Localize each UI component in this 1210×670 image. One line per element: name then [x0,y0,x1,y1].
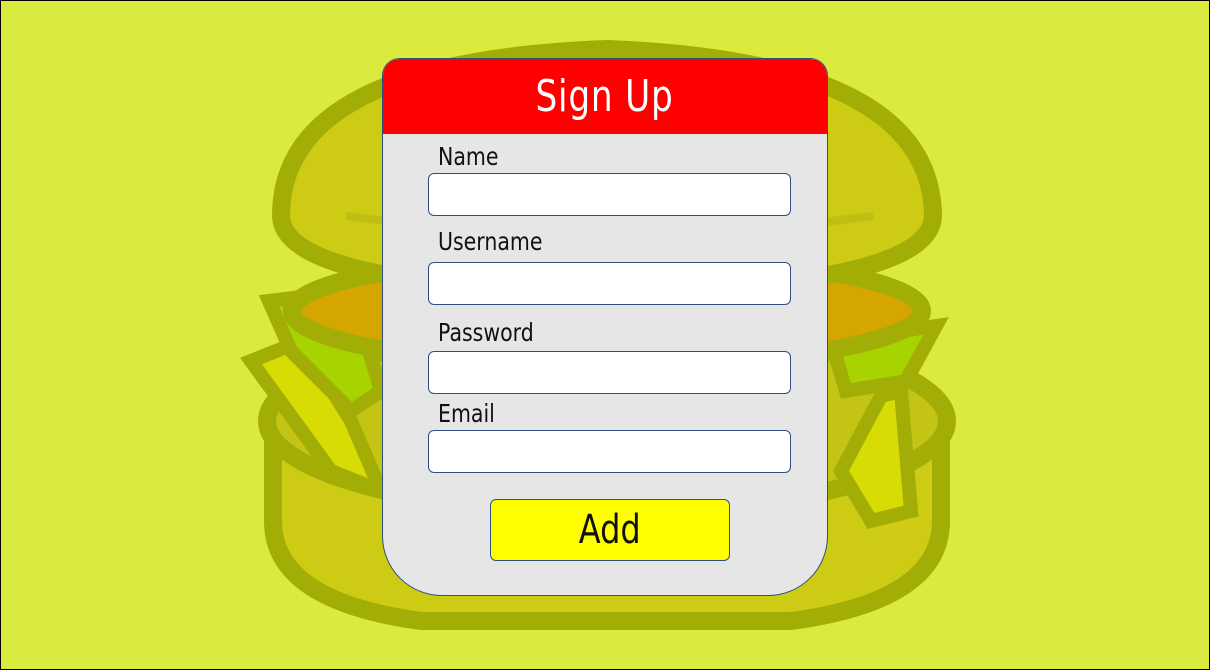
signup-header: Sign Up [383,59,827,134]
email-field[interactable] [428,430,791,473]
email-label: Email [438,399,495,428]
signup-card: Sign Up Name Username Password Email Add [382,58,828,596]
name-field[interactable] [428,173,791,216]
stage: Sign Up Name Username Password Email Add [0,0,1210,670]
username-label: Username [438,227,543,256]
add-button[interactable]: Add [490,499,730,561]
password-field[interactable] [428,351,791,394]
name-label: Name [438,142,499,171]
signup-title: Sign Up [535,70,675,122]
add-button-label: Add [579,507,641,553]
username-field[interactable] [428,262,791,305]
password-label: Password [438,318,534,347]
